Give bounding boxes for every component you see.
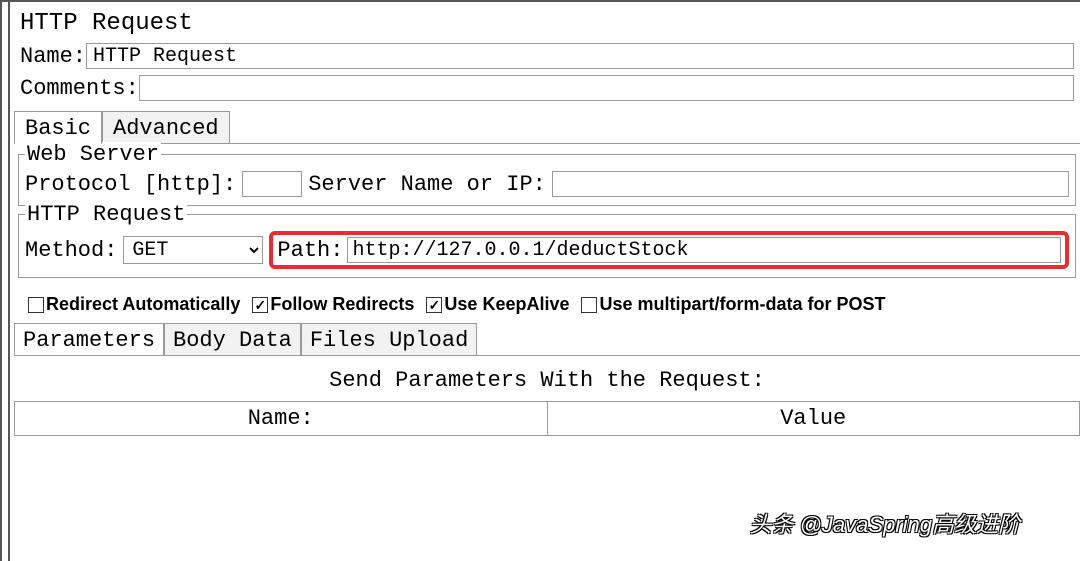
http-request-title: HTTP Request — [25, 202, 187, 227]
protocol-label: Protocol [http]: — [25, 172, 236, 197]
path-highlight: Path: — [269, 231, 1069, 269]
http-request-group: HTTP Request Method: GET Path: — [18, 214, 1076, 278]
method-label: Method: — [25, 238, 117, 263]
server-label: Server Name or IP: — [308, 172, 546, 197]
checkbox-label: Redirect Automatically — [46, 294, 240, 315]
path-input[interactable] — [347, 237, 1061, 263]
checkbox-label: Use KeepAlive — [444, 294, 569, 315]
checkbox-follow-redirects[interactable]: ✓ Follow Redirects — [252, 294, 414, 315]
web-server-group: Web Server Protocol [http]: Server Name … — [18, 154, 1076, 206]
panel-title: HTTP Request — [14, 6, 1080, 41]
col-value[interactable]: Value — [547, 402, 1080, 436]
checkbox-redirect-auto[interactable]: Redirect Automatically — [28, 294, 240, 315]
tab-advanced[interactable]: Advanced — [102, 111, 230, 143]
watermark: 头条 @JavaSpring高级进阶 — [749, 507, 1020, 539]
parameters-table: Name: Value — [14, 401, 1080, 436]
col-name[interactable]: Name: — [15, 402, 548, 436]
protocol-input[interactable] — [242, 171, 302, 197]
tab-body-data[interactable]: Body Data — [164, 323, 301, 355]
server-input[interactable] — [552, 171, 1069, 197]
tab-parameters[interactable]: Parameters — [14, 323, 164, 355]
table-header-row: Name: Value — [15, 402, 1080, 436]
name-label: Name: — [20, 44, 86, 69]
tab-files-upload[interactable]: Files Upload — [301, 323, 477, 355]
checkbox-multipart[interactable]: Use multipart/form-data for POST — [581, 294, 885, 315]
table-caption: Send Parameters With the Request: — [14, 364, 1080, 401]
path-label: Path: — [277, 238, 343, 263]
checkbox-icon: ✓ — [252, 297, 268, 313]
comments-label: Comments: — [20, 76, 139, 101]
method-select[interactable]: GET — [123, 236, 263, 264]
comments-input[interactable] — [139, 75, 1074, 101]
checkbox-label: Follow Redirects — [270, 294, 414, 315]
checkbox-keepalive[interactable]: ✓ Use KeepAlive — [426, 294, 569, 315]
checkbox-icon — [28, 297, 44, 313]
web-server-title: Web Server — [25, 142, 161, 167]
checkbox-label: Use multipart/form-data for POST — [599, 294, 885, 315]
tab-basic[interactable]: Basic — [14, 111, 102, 144]
checkbox-icon — [581, 297, 597, 313]
checkbox-icon: ✓ — [426, 297, 442, 313]
name-input[interactable] — [86, 43, 1074, 69]
